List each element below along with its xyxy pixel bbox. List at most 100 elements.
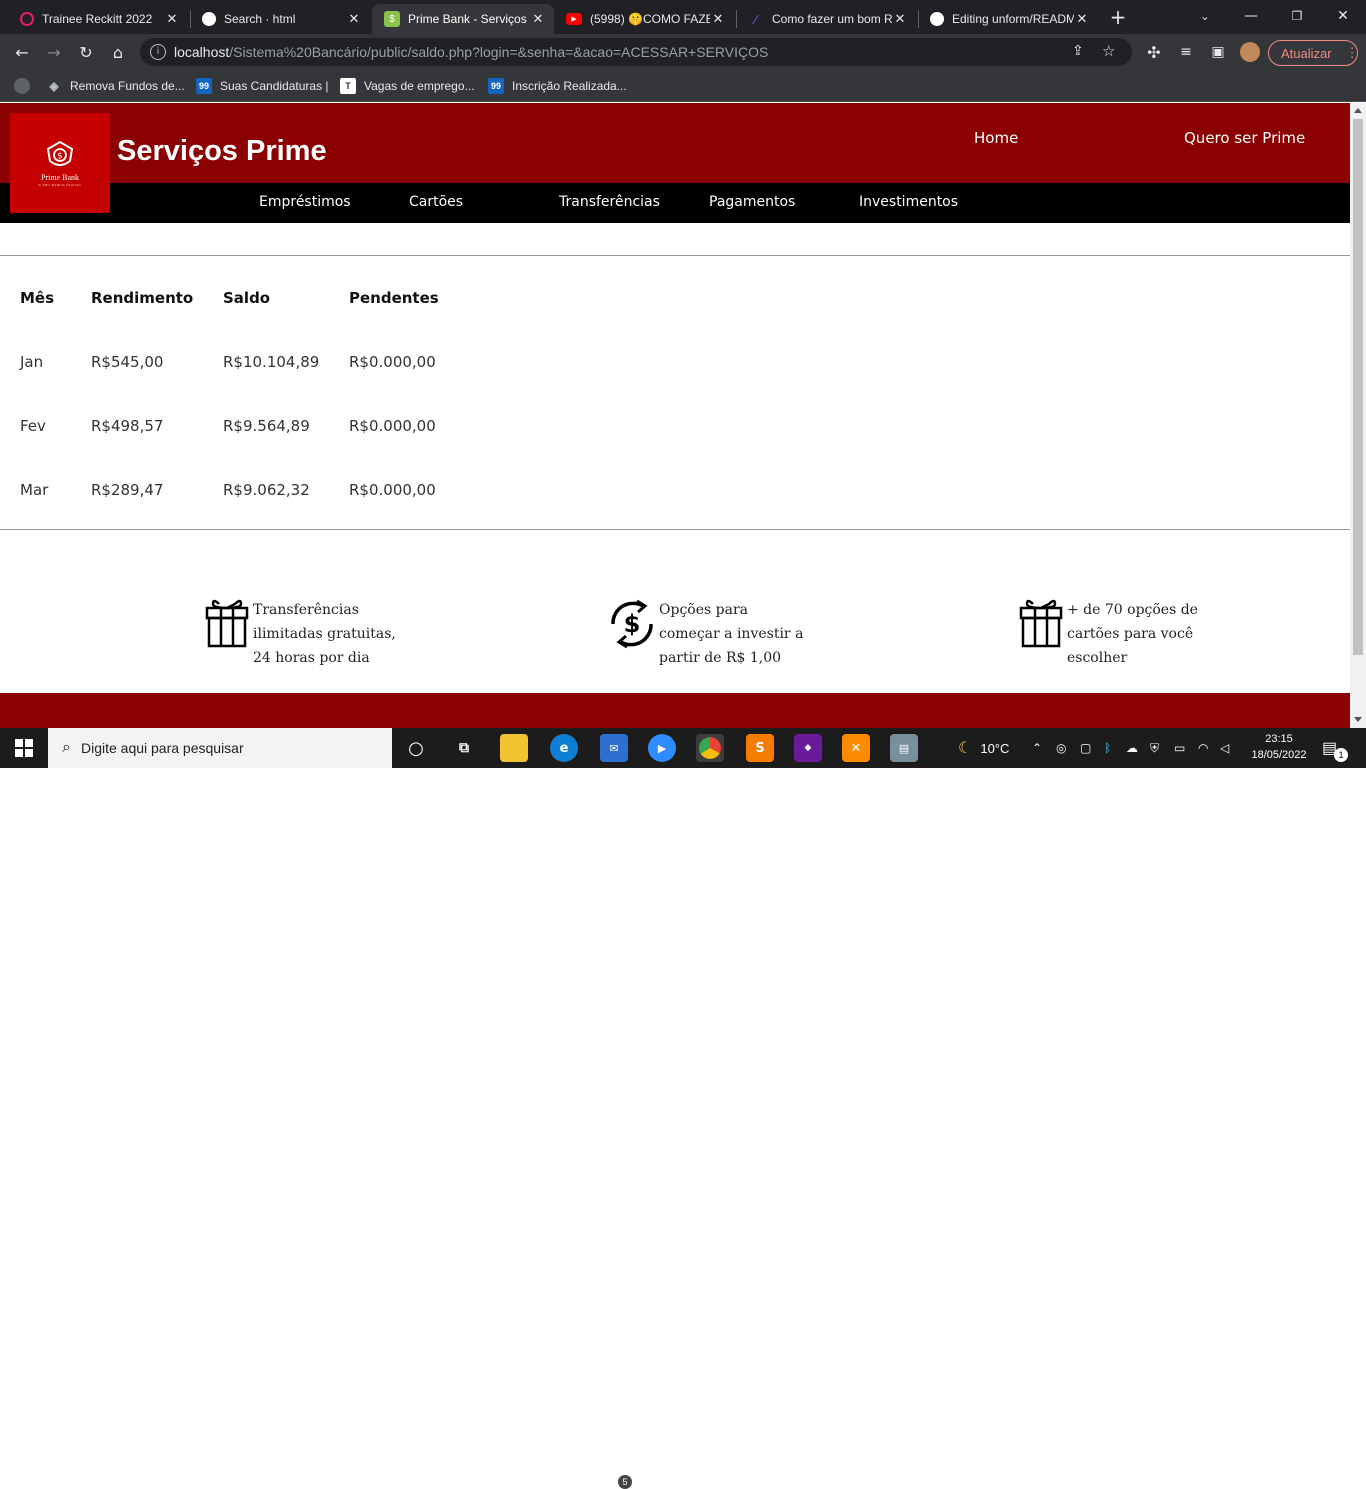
bookmark-item[interactable]: ◈ Remova Fundos de...	[46, 76, 185, 96]
show-hidden-icons[interactable]: ⌃	[1032, 728, 1042, 768]
file-explorer-icon[interactable]	[500, 734, 528, 762]
bookmark-item[interactable]: 99 Suas Candidaturas |	[196, 76, 329, 96]
task-view-icon[interactable]: ⧉	[450, 734, 478, 762]
mail-icon[interactable]: ✉	[600, 734, 628, 762]
address-bar[interactable]: i localhost/Sistema%20Bancário/public/sa…	[140, 38, 1132, 66]
taskbar-search-input[interactable]: ⌕ Digite aqui para pesquisar	[48, 728, 392, 768]
xampp-icon[interactable]: ✕	[842, 734, 870, 762]
browser-tab[interactable]: ▶ (5998) 🤫COMO FAZER ✕	[554, 4, 734, 34]
new-tab-icon[interactable]: +	[1104, 3, 1132, 31]
security-icon[interactable]: ⛨	[1150, 728, 1159, 768]
github-icon	[202, 12, 216, 26]
nav-quero-ser-prime[interactable]: Quero ser Prime	[1184, 129, 1305, 147]
page-scrollbar[interactable]	[1350, 103, 1366, 728]
scrollbar-thumb[interactable]	[1353, 119, 1363, 655]
close-tab-icon[interactable]: ✕	[530, 11, 546, 27]
close-tab-icon[interactable]: ✕	[164, 11, 180, 27]
nav-pagamentos[interactable]: Pagamentos	[709, 194, 795, 210]
jobs-icon: T	[340, 78, 356, 94]
sublime-text-icon[interactable]: S	[746, 734, 774, 762]
bookmark-label: Remova Fundos de...	[70, 79, 185, 93]
forward-icon[interactable]: →	[40, 38, 68, 66]
column-header: Rendimento	[91, 289, 194, 307]
battery-icon[interactable]: ▭	[1174, 728, 1185, 768]
close-tab-icon[interactable]: ✕	[710, 11, 726, 27]
bookmark-item[interactable]: T Vagas de emprego...	[340, 76, 475, 96]
browser-tab[interactable]: Search · html ✕	[190, 4, 370, 34]
close-tab-icon[interactable]: ✕	[892, 11, 908, 27]
feature-line: partir de R$ 1,00	[659, 650, 782, 666]
reload-icon[interactable]: ↻	[72, 38, 100, 66]
bluetooth-icon[interactable]: ᛒ	[1104, 728, 1111, 768]
feature-card: + de 70 opções de cartões para você esco…	[1019, 598, 1198, 670]
prime-bank-logo[interactable]: $ Prime Bank O SEU BANCO DIGITAL	[10, 113, 110, 213]
moon-icon: ☾	[958, 740, 973, 757]
table-cell: Jan	[20, 353, 44, 371]
browser-tab[interactable]: Editing unform/README ✕	[918, 4, 1098, 34]
chrome-icon[interactable]	[696, 734, 724, 762]
browser-tab[interactable]: Trainee Reckitt 2022 ✕	[8, 4, 188, 34]
windows-start-icon[interactable]	[0, 728, 48, 768]
bookmark-item[interactable]: 99 Inscrição Realizada...	[488, 76, 627, 96]
nav-home[interactable]: Home	[974, 129, 1018, 147]
update-button[interactable]: Atualizar ⋮	[1268, 40, 1359, 66]
table-cell: R$545,00	[91, 353, 164, 371]
browser-tab-active[interactable]: $ Prime Bank - Serviços ✕	[372, 4, 554, 34]
volume-icon[interactable]: ◁	[1220, 728, 1229, 768]
close-tab-icon[interactable]: ✕	[1074, 11, 1090, 27]
table-cell: R$0.000,00	[349, 481, 436, 499]
minimize-icon[interactable]: —	[1228, 0, 1274, 32]
clock-date: 18/05/2022	[1251, 749, 1307, 761]
tab-title: Como fazer um bom README	[772, 12, 892, 26]
site-info-icon[interactable]: i	[150, 44, 166, 60]
scroll-up-icon[interactable]	[1354, 108, 1362, 113]
tab-title: Trainee Reckitt 2022	[42, 12, 153, 26]
table-cell: R$498,57	[91, 417, 164, 435]
feature-line: ilimitadas gratuitas,	[253, 626, 396, 642]
bookmark-star-icon[interactable]: ☆	[1102, 42, 1115, 60]
feature-line: + de 70 opções de	[1067, 602, 1198, 618]
wifi-icon[interactable]: ◠	[1198, 728, 1208, 768]
feature-line: começar a investir a	[659, 626, 804, 642]
cortana-icon[interactable]: ○	[402, 734, 430, 762]
scroll-down-icon[interactable]	[1354, 717, 1362, 722]
tab-search-icon[interactable]: ⌄	[1182, 0, 1228, 32]
url-host: localhost	[174, 44, 230, 60]
zoom-icon[interactable]: ▶	[648, 734, 676, 762]
side-panel-icon[interactable]: ▣	[1204, 38, 1232, 66]
clock-time: 23:15	[1265, 733, 1293, 745]
profile-avatar[interactable]	[1236, 38, 1264, 66]
table-cell: R$289,47	[91, 481, 164, 499]
nav-emprestimos[interactable]: Empréstimos	[259, 194, 351, 210]
media-queue-icon[interactable]: ≡	[1172, 38, 1200, 66]
edge-icon[interactable]: e	[550, 734, 578, 762]
extensions-icon[interactable]: ✣	[1140, 38, 1168, 66]
tab-title: Search · html	[224, 12, 296, 26]
taskbar-clock[interactable]: 23:15 18/05/2022	[1244, 731, 1314, 763]
tray-icon[interactable]: ▢	[1080, 728, 1091, 768]
restore-icon[interactable]: ❐	[1274, 0, 1320, 32]
share-icon[interactable]: ⇪	[1072, 43, 1084, 59]
notifications-icon[interactable]: ▤	[1322, 728, 1337, 768]
tray-icon[interactable]: ◎	[1056, 728, 1066, 768]
close-tab-icon[interactable]: ✕	[346, 11, 362, 27]
windows-taskbar: ⌕ Digite aqui para pesquisar ○ ⧉ e ✉ 5 ▶…	[0, 728, 1366, 1489]
nav-investimentos[interactable]: Investimentos	[859, 194, 958, 210]
search-placeholder: Digite aqui para pesquisar	[80, 740, 244, 756]
table-cell: Mar	[20, 481, 49, 499]
youtube-icon: ▶	[566, 13, 582, 25]
gift-icon	[205, 599, 249, 648]
back-icon[interactable]: ←	[8, 38, 36, 66]
notepad-icon[interactable]: ▤	[890, 734, 918, 762]
home-icon[interactable]: ⌂	[104, 38, 132, 66]
nav-cartoes[interactable]: Cartões	[409, 194, 463, 210]
url-path: /Sistema%20Bancário/public/saldo.php?log…	[229, 44, 769, 60]
game-app-icon[interactable]: ◆	[794, 734, 822, 762]
close-window-icon[interactable]: ✕	[1320, 0, 1366, 32]
apps-icon[interactable]	[14, 76, 38, 96]
weather-widget[interactable]: ☾ 10°C	[958, 728, 1009, 768]
onedrive-icon[interactable]: ☁	[1126, 728, 1138, 768]
nav-transferencias[interactable]: Transferências	[559, 194, 660, 210]
feature-text: Opções para começar a investir a partir …	[659, 598, 803, 670]
browser-tab[interactable]: ⁄ Como fazer um bom README ✕	[736, 4, 916, 34]
